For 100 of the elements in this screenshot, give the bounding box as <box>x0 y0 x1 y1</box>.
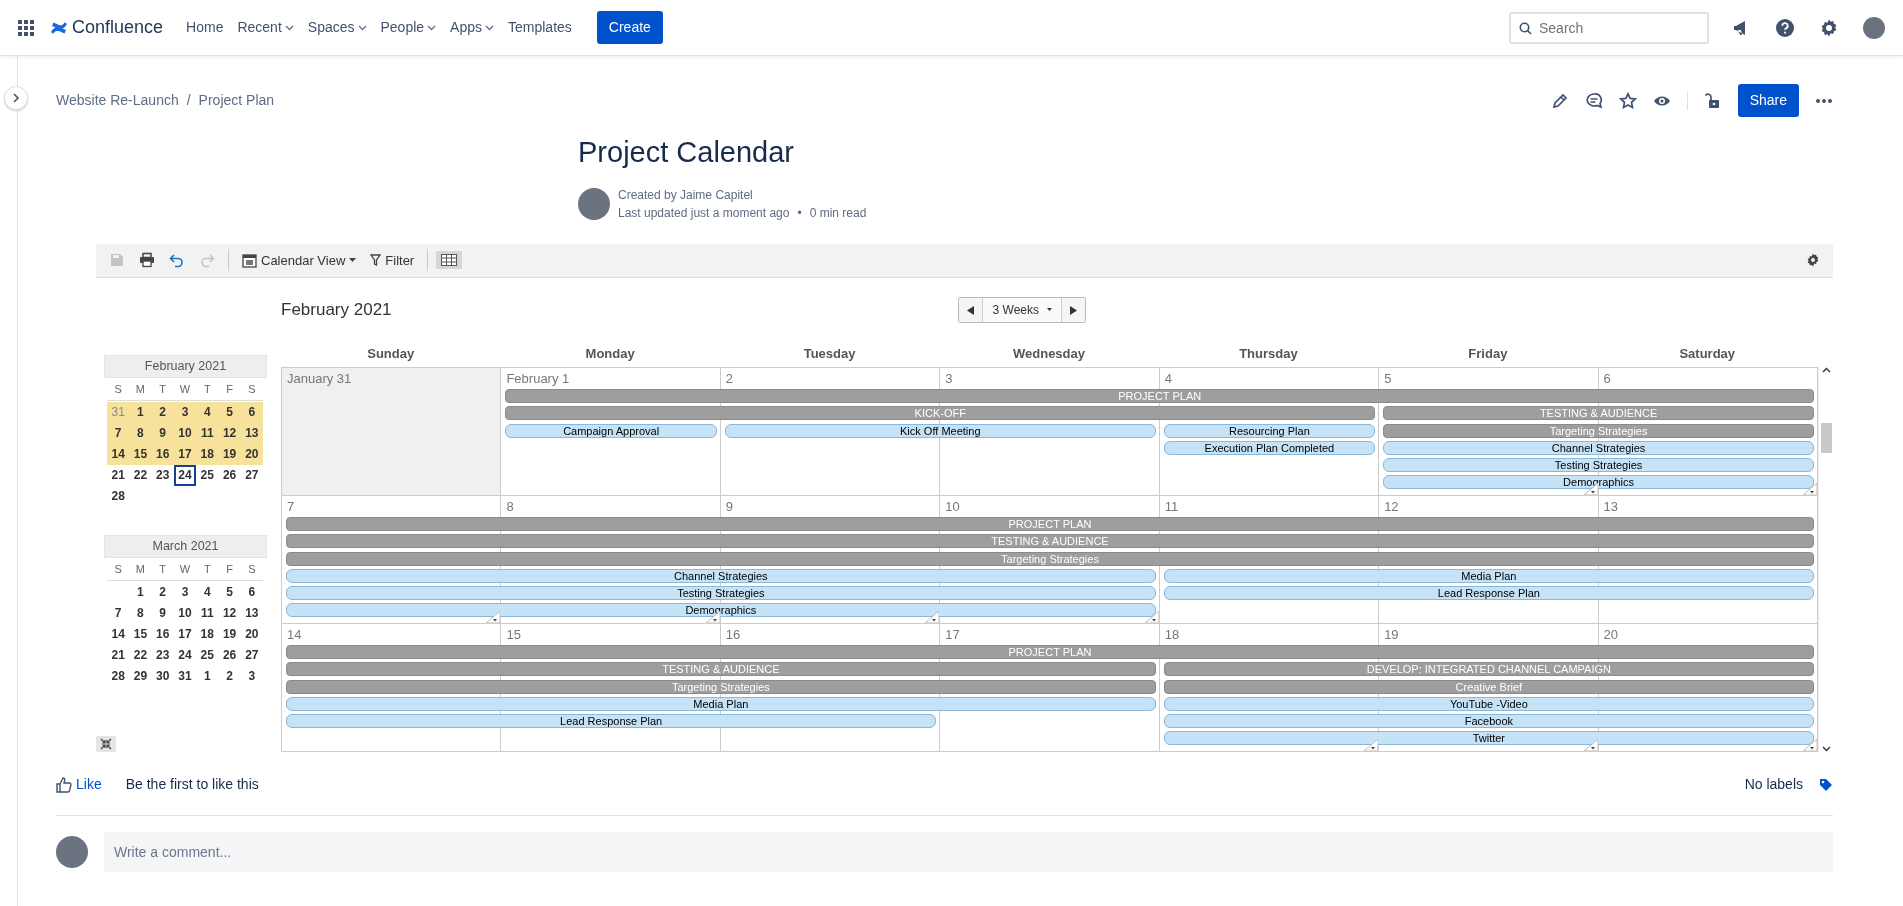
event-bar[interactable]: Media Plan <box>1163 568 1814 583</box>
mini-calendar-day[interactable]: 21 <box>107 645 130 667</box>
mini-calendar-day[interactable]: 1 <box>129 402 152 424</box>
mini-calendar-day[interactable]: 20 <box>240 624 263 646</box>
breadcrumb-link[interactable]: Project Plan <box>198 90 275 111</box>
mini-calendar-day[interactable]: 6 <box>240 402 263 424</box>
mini-calendar-day[interactable]: 26 <box>218 645 241 667</box>
event-bar[interactable]: Kick Off Meeting <box>724 423 1156 438</box>
filter-button[interactable]: Filter <box>365 247 420 274</box>
nav-item[interactable]: Templates <box>501 13 579 42</box>
brand-name[interactable]: Confluence <box>72 14 164 41</box>
mini-calendar-day[interactable]: 14 <box>107 624 130 646</box>
restrictions-button[interactable] <box>1703 91 1722 110</box>
mini-calendar-day[interactable]: 13 <box>240 603 263 625</box>
mini-calendar-day[interactable]: 8 <box>129 603 152 625</box>
more-actions-button[interactable] <box>1815 97 1833 104</box>
mini-calendar-day[interactable]: 11 <box>196 423 219 445</box>
mini-calendar-day[interactable]: 28 <box>107 486 130 508</box>
mini-calendar-day[interactable]: 7 <box>107 423 130 445</box>
add-label-button[interactable] <box>1819 777 1833 792</box>
event-bar[interactable]: Facebook <box>1163 714 1814 729</box>
mini-calendar-day[interactable]: 17 <box>173 624 197 646</box>
mini-calendar-day[interactable]: 7 <box>107 603 130 625</box>
mini-calendar-day[interactable]: 3 <box>173 582 197 604</box>
mini-calendar-day[interactable]: 10 <box>173 423 197 445</box>
event-bar[interactable]: Lead Response Plan <box>286 714 937 729</box>
event-bar[interactable]: Campaign Approval <box>505 423 717 438</box>
mini-calendar-day[interactable]: 19 <box>218 444 241 466</box>
mini-calendar-day[interactable]: 1 <box>196 666 219 688</box>
mini-calendar-day[interactable]: 17 <box>173 444 197 466</box>
event-bar[interactable]: Channel Strategies <box>1383 440 1814 455</box>
star-button[interactable] <box>1618 91 1637 110</box>
mini-calendar-day[interactable]: 4 <box>196 402 219 424</box>
nav-item[interactable]: Home <box>179 13 231 42</box>
grid-view-toggle[interactable] <box>436 251 463 270</box>
mini-calendar-day[interactable]: 30 <box>151 666 174 688</box>
mini-calendar-day[interactable]: 26 <box>218 465 241 487</box>
mini-calendar-day[interactable]: 16 <box>151 444 174 466</box>
mini-calendar-day[interactable]: 5 <box>218 402 241 424</box>
comment-field[interactable]: Write a comment... <box>104 832 1833 873</box>
event-bar[interactable]: Media Plan <box>286 696 1156 711</box>
mini-calendar-day[interactable]: 21 <box>107 465 130 487</box>
mini-calendar-day[interactable]: 18 <box>196 624 219 646</box>
collapse-button[interactable] <box>96 736 116 753</box>
help-button[interactable] <box>1775 17 1795 38</box>
mini-calendar-day[interactable]: 16 <box>151 624 174 646</box>
event-bar[interactable]: Demographics <box>1383 475 1814 490</box>
mini-calendar-day[interactable]: 13 <box>240 423 263 445</box>
breadcrumb-link[interactable]: Website Re-Launch <box>56 90 179 111</box>
mini-calendar-day[interactable]: 25 <box>196 645 219 667</box>
mini-calendar-day[interactable]: 6 <box>240 582 263 604</box>
expand-sidebar-button[interactable] <box>4 86 28 110</box>
mini-calendar-day[interactable]: 12 <box>218 603 241 625</box>
scrollbar[interactable] <box>1818 367 1833 753</box>
mini-calendar-day[interactable]: 23 <box>151 465 174 487</box>
mini-calendar-day[interactable]: 2 <box>218 666 241 688</box>
settings-button[interactable] <box>1819 17 1839 38</box>
event-bar[interactable]: Twitter <box>1163 731 1814 746</box>
event-bar[interactable]: Lead Response Plan <box>1163 586 1814 601</box>
profile-avatar[interactable] <box>1863 16 1885 39</box>
mini-calendar-day[interactable]: 14 <box>107 444 130 466</box>
mini-calendar-day[interactable]: 3 <box>173 402 197 424</box>
mini-calendar-day[interactable]: 25 <box>196 465 219 487</box>
mini-calendar-day[interactable]: 15 <box>129 444 152 466</box>
mini-calendar-day[interactable]: 24 <box>173 645 197 667</box>
mini-calendar-day[interactable]: 22 <box>129 645 152 667</box>
create-button[interactable]: Create <box>596 11 663 44</box>
edit-button[interactable] <box>1550 91 1569 110</box>
mini-calendar-day[interactable]: 28 <box>107 666 130 688</box>
mini-calendar-day[interactable]: 15 <box>129 624 152 646</box>
event-bar[interactable]: YouTube -Video <box>1163 696 1814 711</box>
mini-calendar-day[interactable]: 19 <box>218 624 241 646</box>
event-bar[interactable]: Testing Strategies <box>1383 458 1814 473</box>
comment-button[interactable] <box>1584 91 1603 110</box>
share-button[interactable]: Share <box>1737 84 1799 117</box>
mini-calendar-day[interactable]: 31 <box>173 666 197 688</box>
mini-calendar-day[interactable]: 22 <box>129 465 152 487</box>
mini-calendar-day[interactable]: 29 <box>129 666 152 688</box>
app-switcher-button[interactable] <box>18 19 34 36</box>
event-bar[interactable]: Execution Plan Completed <box>1163 440 1376 455</box>
mini-calendar-day[interactable]: 2 <box>151 402 174 424</box>
scrollbar-thumb[interactable] <box>1820 423 1832 454</box>
mini-calendar-day[interactable]: 8 <box>129 423 152 445</box>
mini-calendar-day[interactable]: 11 <box>196 603 219 625</box>
mini-calendar-day[interactable]: 10 <box>173 603 197 625</box>
nav-item[interactable]: People <box>373 13 444 42</box>
event-bar[interactable]: Resourcing Plan <box>1163 423 1376 438</box>
mini-calendar-day[interactable]: 1 <box>129 582 152 604</box>
nav-item[interactable]: Recent <box>230 13 301 42</box>
calendar-view-dropdown[interactable]: Calendar View <box>237 247 362 274</box>
range-dropdown[interactable]: 3 Weeks <box>982 297 1063 322</box>
mini-calendar-day[interactable]: 9 <box>151 603 174 625</box>
mini-calendar-day[interactable]: 18 <box>196 444 219 466</box>
mini-calendar-day[interactable]: 2 <box>151 582 174 604</box>
event-bar[interactable]: Channel Strategies <box>286 568 1156 583</box>
search-field[interactable]: Search <box>1509 11 1709 44</box>
event-bar[interactable]: Testing Strategies <box>286 586 1156 601</box>
mini-calendar-day[interactable]: 24 <box>173 465 197 487</box>
nav-item[interactable]: Spaces <box>300 13 374 42</box>
mini-calendar-day[interactable]: 3 <box>240 666 263 688</box>
